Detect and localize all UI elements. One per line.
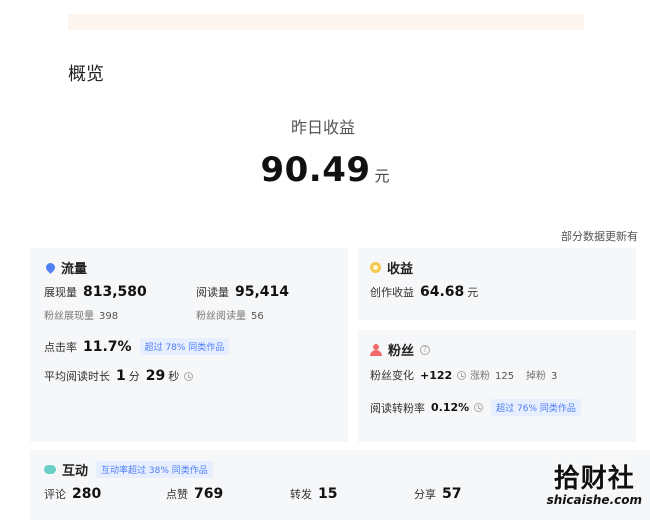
- fans-title: 粉丝: [388, 344, 415, 359]
- fan-gain-label: 涨粉: [470, 371, 490, 382]
- fan-impressions: 粉丝展现量 398: [44, 307, 118, 322]
- clock-icon[interactable]: [184, 371, 194, 381]
- reposts-value: 15: [318, 486, 338, 502]
- fan-loss-value: 3: [551, 371, 558, 382]
- update-note: 部分数据更新有: [561, 230, 638, 243]
- ctr-metric: 点击率 11.7% 超过 78% 同类作品: [44, 338, 230, 355]
- fan-change-metric: 粉丝变化 +122: [370, 367, 467, 383]
- shares-label: 分享: [414, 488, 436, 501]
- fan-reads-label: 粉丝阅读量: [196, 311, 246, 322]
- avg-read-minutes: 1: [116, 368, 126, 384]
- fan-gain-value: 125: [495, 371, 515, 382]
- fan-reads-value: 56: [251, 311, 264, 322]
- likes-metric: 点赞 769: [166, 486, 223, 502]
- reads-value: 95,414: [235, 284, 290, 300]
- avg-read-time-metric: 平均阅读时长 1 分 29 秒: [44, 368, 194, 384]
- creation-income-metric: 创作收益 64.68 元: [370, 284, 478, 300]
- avg-read-seconds: 29: [145, 368, 166, 384]
- income-header: 收益: [370, 258, 413, 277]
- interaction-badge: 互动率超过 38% 同类作品: [96, 461, 213, 478]
- impressions-metric: 展现量 813,580: [44, 284, 147, 300]
- impressions-label: 展现量: [44, 286, 77, 299]
- interaction-header: 互动 互动率超过 38% 同类作品: [44, 460, 213, 479]
- seconds-unit: 秒: [168, 370, 180, 383]
- ctr-label: 点击率: [44, 340, 77, 354]
- read-to-fan-badge: 超过 76% 同类作品: [491, 399, 581, 416]
- creation-income-label: 创作收益: [370, 286, 414, 299]
- comments-label: 评论: [44, 488, 66, 501]
- fan-gain: 涨粉 125: [470, 367, 514, 382]
- reads-metric: 阅读量 95,414: [196, 284, 289, 300]
- help-icon[interactable]: ?: [420, 344, 431, 355]
- chat-icon: [44, 465, 56, 474]
- overview-title: 概览: [68, 64, 104, 85]
- read-to-fan-rate-metric: 阅读转粉率 0.12% 超过 76% 同类作品: [370, 399, 581, 416]
- avg-read-label: 平均阅读时长: [44, 370, 110, 383]
- creation-income-unit: 元: [467, 286, 479, 299]
- ctr-badge: 超过 78% 同类作品: [139, 338, 230, 355]
- likes-label: 点赞: [166, 488, 188, 501]
- ctr-value: 11.7%: [83, 338, 132, 355]
- site-watermark: 拾财社 shicaishe.com: [547, 458, 642, 507]
- creation-income-value: 64.68: [420, 284, 465, 300]
- shares-value: 57: [442, 486, 462, 502]
- top-banner-strip: [68, 14, 584, 30]
- read-to-fan-value: 0.12%: [431, 401, 470, 414]
- fan-change-label: 粉丝变化: [370, 369, 414, 382]
- fan-impressions-value: 398: [99, 311, 119, 322]
- fans-header: 粉丝 ?: [370, 340, 431, 359]
- impressions-value: 813,580: [83, 284, 147, 300]
- shares-metric: 分享 57: [414, 486, 461, 502]
- minutes-unit: 分: [128, 370, 140, 383]
- clock-icon[interactable]: [474, 403, 484, 412]
- traffic-header: 流量: [44, 258, 88, 277]
- yesterday-amount-value: 90.49: [260, 150, 371, 190]
- reposts-label: 转发: [290, 488, 312, 501]
- drop-icon: [44, 261, 57, 274]
- likes-value: 769: [194, 486, 224, 502]
- watermark-domain: shicaishe.com: [546, 493, 642, 507]
- clock-icon[interactable]: [457, 370, 467, 380]
- person-icon: [370, 343, 382, 356]
- fan-loss: 掉粉 3: [526, 367, 557, 382]
- yesterday-income-amount: 90.49 元: [0, 150, 650, 190]
- fan-impressions-label: 粉丝展现量: [44, 311, 94, 322]
- fan-loss-label: 掉粉: [526, 371, 546, 382]
- yesterday-amount-unit: 元: [374, 167, 390, 185]
- yesterday-income-label: 昨日收益: [290, 118, 355, 137]
- interaction-title: 互动: [62, 464, 89, 479]
- income-title: 收益: [387, 262, 414, 277]
- fan-reads: 粉丝阅读量 56: [196, 307, 264, 322]
- read-to-fan-label: 阅读转粉率: [370, 401, 425, 415]
- traffic-title: 流量: [61, 262, 88, 277]
- reads-label: 阅读量: [196, 286, 229, 299]
- comments-metric: 评论 280: [44, 486, 101, 502]
- comments-value: 280: [72, 486, 102, 502]
- watermark-chinese: 拾财社: [553, 464, 635, 494]
- coin-icon: [370, 262, 381, 273]
- reposts-metric: 转发 15: [290, 486, 337, 502]
- fan-change-value: +122: [420, 368, 453, 382]
